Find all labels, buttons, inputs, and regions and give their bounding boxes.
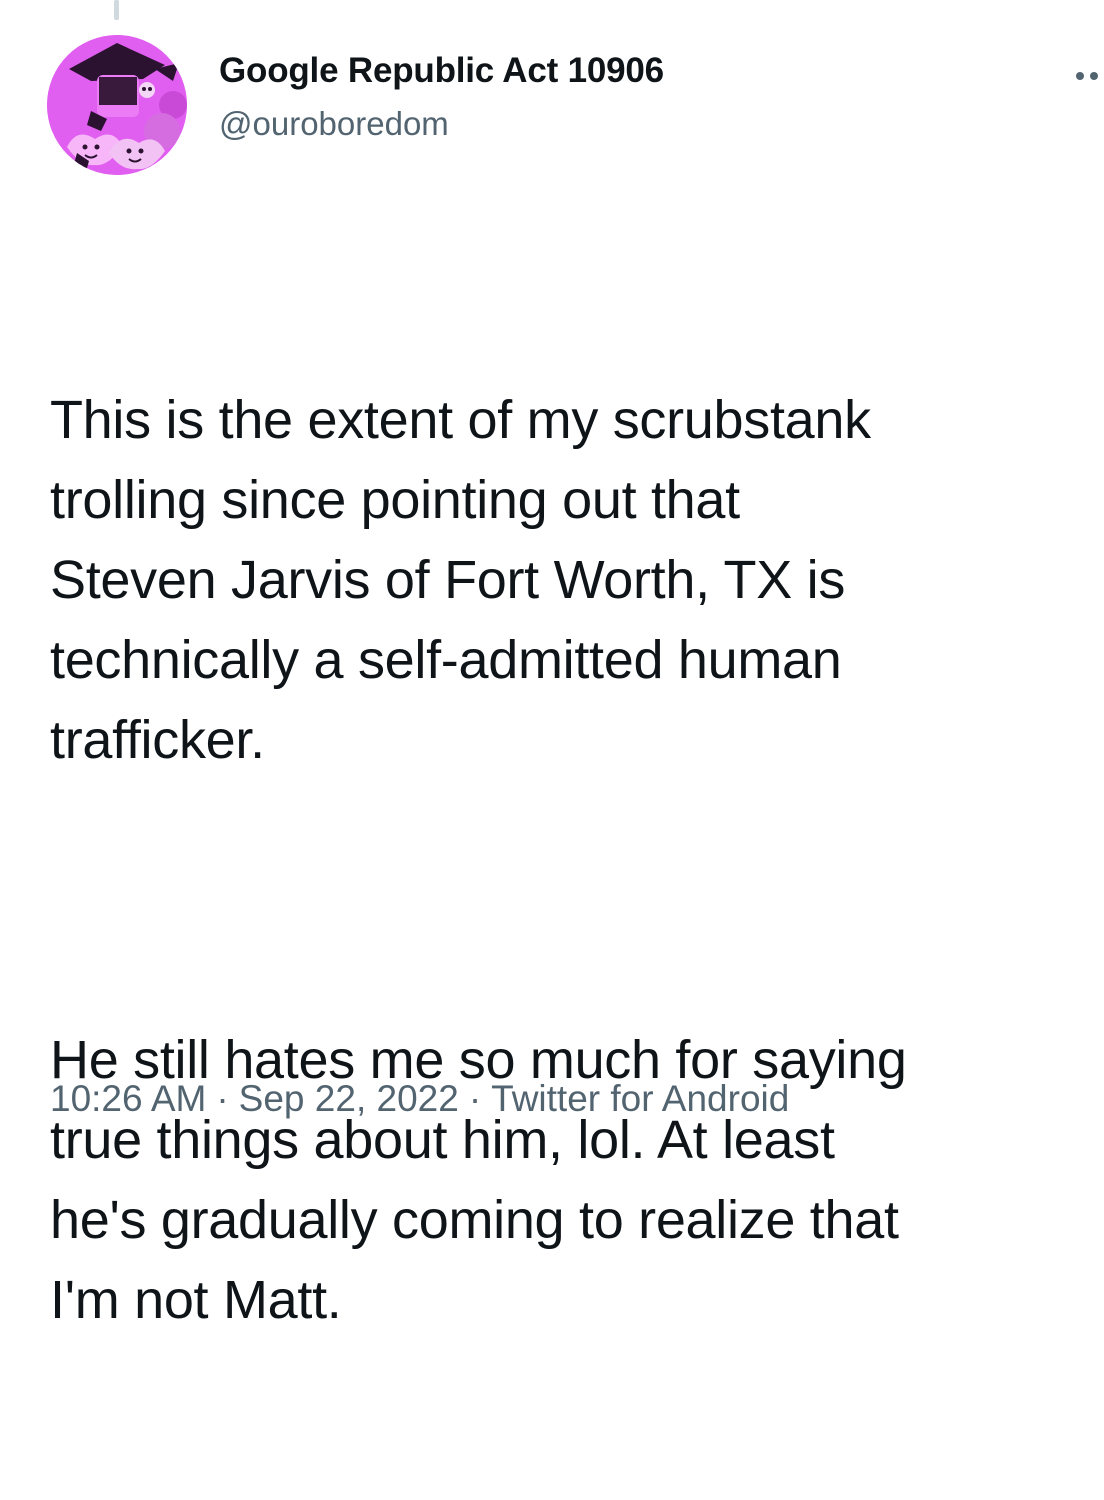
more-options-icon (1076, 72, 1084, 80)
tweet: Google Republic Act 10906 @ouroboredom T… (0, 0, 1104, 1330)
tweet-paragraph: This is the extent of my scrubstank trol… (50, 390, 871, 770)
user-handle[interactable]: @ouroboredom (219, 104, 664, 144)
avatar[interactable] (47, 35, 187, 175)
tweet-source[interactable]: Twitter for Android (491, 1078, 789, 1119)
more-options-icon-dot (1090, 72, 1098, 80)
more-options-button[interactable] (1070, 66, 1104, 86)
meta-separator: · (468, 1078, 482, 1119)
tweet-paragraph: He still hates me so much for saying tru… (50, 1030, 907, 1330)
avatar-image (47, 35, 187, 175)
display-name[interactable]: Google Republic Act 10906 (219, 50, 664, 92)
tweet-text: This is the extent of my scrubstank trol… (50, 220, 1104, 1500)
tweet-metadata: 10:26 AM · Sep 22, 2022 · Twitter for Androi… (50, 1076, 789, 1122)
meta-separator: · (216, 1078, 229, 1119)
tweet-time[interactable]: 10:26 AM (50, 1078, 206, 1119)
author-block: Google Republic Act 10906 @ouroboredom (219, 50, 664, 144)
tweet-date[interactable]: Sep 22, 2022 (239, 1078, 459, 1119)
